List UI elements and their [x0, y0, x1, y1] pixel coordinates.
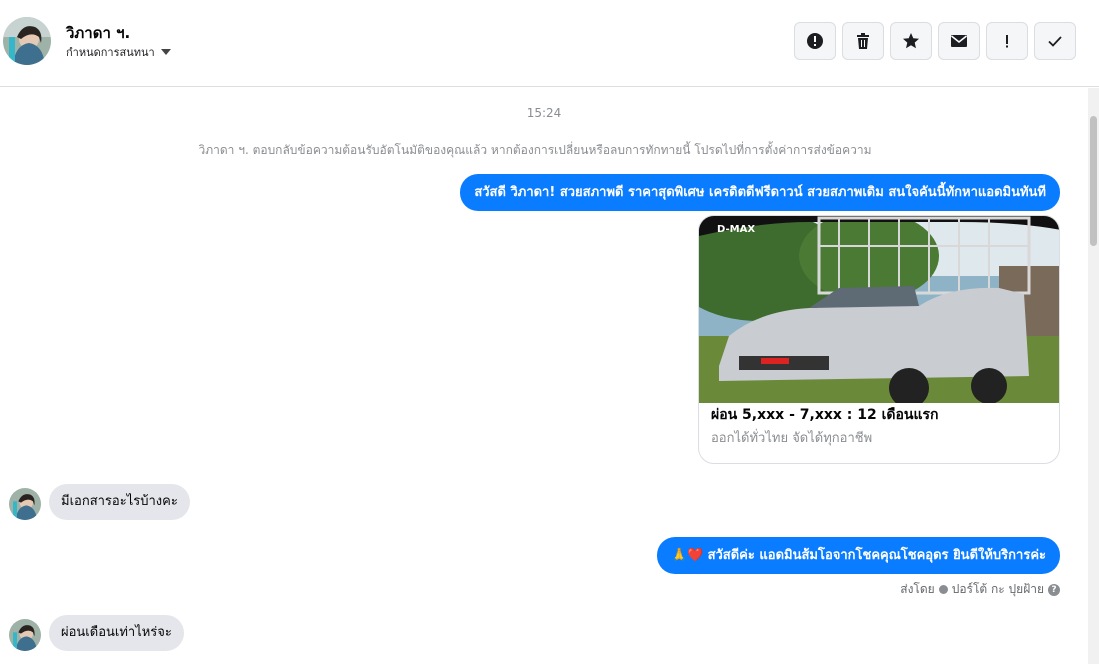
envelope-icon: [951, 35, 967, 47]
incoming-message[interactable]: ผ่อนเดือนเท่าไหร่จะ: [49, 615, 184, 651]
exclamation-icon: [1006, 35, 1008, 48]
star-button[interactable]: [890, 22, 932, 60]
outgoing-message[interactable]: สวัสดี วิภาดา! สวยสภาพดี ราคาสุดพิเศษ เค…: [460, 174, 1060, 211]
sent-by-label: ส่งโดย: [900, 582, 935, 596]
assign-conversation-label: กำหนดการสนทนา: [66, 46, 155, 59]
scrollbar-thumb[interactable]: [1090, 116, 1097, 246]
message-text: สวัสดีค่ะ แอดมินส้มโอจากโชคคุณโชคอุดร ยิ…: [707, 548, 1046, 563]
message-timestamp: 15:24: [526, 106, 562, 120]
emoji-prefix: 🙏❤️: [671, 548, 704, 563]
card-title: ผ่อน 5,xxx - 7,xxx : 12 เดือนแรก: [711, 407, 939, 423]
business-suite-icon: [938, 585, 948, 594]
checkmark-icon: [1048, 36, 1062, 47]
outgoing-message[interactable]: 🙏❤️ สวัสดีค่ะ แอดมินส้มโอจากโชคคุณโชคอุดร…: [657, 537, 1060, 574]
incoming-message[interactable]: มีเอกสารอะไรบ้างคะ: [49, 484, 190, 520]
assign-conversation-dropdown[interactable]: กำหนดการสนทนา: [66, 43, 171, 61]
auto-reply-notice: วิภาดา ฯ. ตอบกลับข้อความต้อนรับอัตโนมัติ…: [198, 143, 872, 157]
conversation-toolbar: [794, 22, 1076, 60]
caret-down-icon: [160, 49, 171, 55]
conversation-header: วิภาดา ฯ. กำหนดการสนทนา: [0, 0, 1099, 87]
card-banner-text: D-MAX: [717, 224, 755, 235]
contact-name: วิภาดา ฯ.: [66, 24, 131, 42]
alert-circle-icon: [807, 33, 823, 49]
delete-button[interactable]: [842, 22, 884, 60]
report-spam-button[interactable]: [794, 22, 836, 60]
help-icon[interactable]: ?: [1048, 583, 1060, 596]
sent-by-name: ปอร์โต้ กะ ปุยฝ้าย: [951, 582, 1044, 596]
star-icon: [903, 33, 919, 49]
truck-photo: D-MAX: [699, 216, 1059, 403]
follow-up-button[interactable]: [986, 22, 1028, 60]
thread-scrollbar[interactable]: [1088, 88, 1099, 664]
mark-unread-button[interactable]: [938, 22, 980, 60]
message-thread[interactable]: 15:24 วิภาดา ฯ. ตอบกลับข้อความต้อนรับอัต…: [0, 88, 1088, 664]
customer-avatar: [9, 488, 41, 520]
trash-icon: [857, 33, 869, 49]
customer-avatar: [9, 619, 41, 651]
mark-done-button[interactable]: [1034, 22, 1076, 60]
sent-by-indicator: ส่งโดย ปอร์โต้ กะ ปุยฝ้าย ?: [900, 580, 1060, 599]
card-subtitle: ออกได้ทั่วไทย จัดได้ทุกอาชีพ: [711, 431, 873, 446]
contact-avatar[interactable]: [3, 17, 51, 65]
product-card[interactable]: D-MAX ผ่อน 5,xxx - 7,xxx : 12 เดือนแรก อ…: [698, 215, 1060, 464]
